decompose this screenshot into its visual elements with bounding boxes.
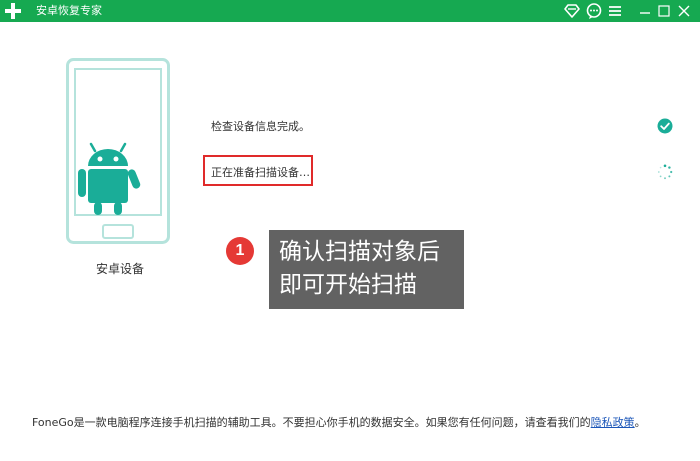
instruction-tooltip: 确认扫描对象后 即可开始扫描 <box>269 230 464 309</box>
privacy-policy-link[interactable]: 隐私政策 <box>591 416 635 429</box>
android-phone-illustration <box>66 58 170 244</box>
device-label: 安卓设备 <box>95 262 144 276</box>
maximize-icon[interactable] <box>655 2 673 20</box>
footer-suffix: 。 <box>634 416 646 429</box>
footer-text: FoneGo是一款电脑程序连接手机扫描的辅助工具。不要担心你手机的数据安全。如果… <box>32 416 591 429</box>
step-prepare-scan-text: 正在准备扫描设备… <box>211 166 310 179</box>
minimize-icon[interactable] <box>636 2 654 20</box>
app-title: 安卓恢复专家 <box>36 4 102 17</box>
check-icon <box>657 118 673 134</box>
tooltip-line-2: 即可开始扫描 <box>279 272 417 298</box>
menu-icon[interactable] <box>606 2 624 20</box>
title-bar: 安卓恢复专家 <box>0 0 700 22</box>
step-number-badge: 1 <box>226 237 254 265</box>
close-icon[interactable] <box>675 2 693 20</box>
tooltip-line-1: 确认扫描对象后 <box>279 239 440 265</box>
chat-icon[interactable] <box>585 2 603 20</box>
privacy-footer: FoneGo是一款电脑程序连接手机扫描的辅助工具。不要担心你手机的数据安全。如果… <box>32 415 672 430</box>
medical-plus-logo <box>5 3 21 19</box>
step-check-device-text: 检查设备信息完成。 <box>211 120 310 133</box>
wifi-diamond-icon[interactable] <box>563 2 581 20</box>
spinner-icon <box>657 164 673 180</box>
